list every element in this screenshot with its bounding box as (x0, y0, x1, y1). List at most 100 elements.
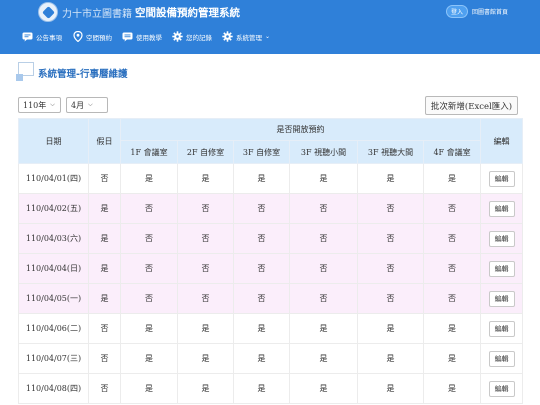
batch-import-button[interactable]: 批次新增(Excel匯入) (425, 96, 518, 115)
page-title-block: 系統管理-行事曆維護 (16, 62, 218, 84)
cell-open-status: 否 (120, 283, 178, 314)
chevron-down-icon: ⌵ (88, 101, 93, 108)
cell-edit: 編輯 (480, 283, 524, 314)
cell-holiday: 是 (88, 223, 121, 254)
nav-item-announcements[interactable]: 公告事項 (22, 31, 62, 42)
col-header-holiday: 假日 (88, 118, 121, 164)
cell-open-status: 否 (233, 223, 290, 254)
cell-open-status: 否 (422, 283, 482, 314)
nav-item-records[interactable]: 您的記錄 (172, 31, 212, 42)
nav-item-tutorial[interactable]: 使用教學 (122, 31, 162, 42)
library-name: 力十市立圖書籍 (62, 8, 132, 20)
cell-open-status: 是 (357, 373, 424, 404)
cell-open-status: 是 (233, 343, 290, 374)
cell-open-status: 是 (177, 373, 234, 404)
cell-edit: 編輯 (480, 163, 524, 194)
login-button[interactable]: 登入 (445, 5, 468, 18)
cell-open-status: 是 (177, 343, 234, 374)
cell-holiday: 否 (88, 313, 121, 344)
cell-edit: 編輯 (480, 253, 524, 284)
cell-open-status: 是 (289, 343, 358, 374)
edit-button[interactable]: 編輯 (488, 350, 515, 367)
chevron-down-icon: ⌵ (50, 101, 55, 108)
table-row: 110/04/04(日) 是否否否否否否編輯 (18, 253, 524, 284)
edit-button[interactable]: 編輯 (488, 170, 515, 187)
nav-item-system-admin[interactable]: 系統管理 ⌄ (222, 31, 270, 42)
cell-open-status: 否 (177, 283, 234, 314)
cell-open-status: 是 (422, 313, 482, 344)
cell-holiday: 是 (88, 283, 121, 314)
cell-open-status: 是 (289, 373, 358, 404)
table-row: 110/04/03(六) 是否否否否否否編輯 (18, 223, 524, 254)
cell-open-status: 是 (357, 313, 424, 344)
edit-button[interactable]: 編輯 (488, 290, 515, 307)
cell-open-status: 是 (177, 313, 234, 344)
edit-button[interactable]: 編輯 (488, 320, 515, 337)
cell-open-status: 否 (233, 193, 290, 224)
cell-open-status: 否 (177, 193, 234, 224)
main-nav: 公告事項 空間預約 使用教學 您的記錄 系統管理 ⌄ (22, 31, 280, 42)
nav-item-reservation[interactable]: 空間預約 (72, 31, 112, 42)
cell-holiday: 否 (88, 343, 121, 374)
cell-open-status: 否 (177, 223, 234, 254)
cell-open-status: 否 (422, 223, 482, 254)
edit-button[interactable]: 編輯 (488, 260, 515, 277)
cell-open-status: 否 (357, 283, 424, 314)
table-row: 110/04/08(四) 否是是是是是是編輯 (18, 373, 524, 404)
cell-open-status: 否 (289, 253, 358, 284)
cell-open-status: 是 (422, 343, 482, 374)
brand[interactable]: 力十市立圖書籍 空間設備預約管理系統 (38, 2, 240, 22)
cell-open-status: 否 (233, 283, 290, 314)
cell-holiday: 是 (88, 193, 121, 224)
cell-open-status: 否 (289, 283, 358, 314)
cell-open-status: 是 (289, 313, 358, 344)
col-header-room: 1F 會議室 (120, 140, 178, 164)
month-select-value: 4月 (71, 100, 85, 110)
library-home-link[interactable]: 回圖書館首頁 (472, 7, 508, 16)
col-header-room: 3F 自修室 (233, 140, 290, 164)
cell-holiday: 否 (88, 373, 121, 404)
cell-open-status: 否 (233, 253, 290, 284)
year-select[interactable]: 110年 ⌵ (18, 97, 61, 113)
cell-date: 110/04/03(六) (18, 223, 89, 254)
table-row: 110/04/01(四) 否是是是是是是編輯 (18, 163, 524, 194)
filters: 110年 ⌵ 4月 ⌵ (18, 97, 113, 113)
announcement-icon (22, 31, 33, 42)
cell-date: 110/04/05(一) (18, 283, 89, 314)
gear-icon (172, 31, 183, 42)
calendar-table: 日期 假日 是否開放預約 編輯 1F 會議室 2F 自修室 3F 自修室 3F … (18, 118, 524, 404)
cell-open-status: 否 (289, 193, 358, 224)
cell-open-status: 是 (233, 313, 290, 344)
col-header-room: 3F 視聽大間 (357, 140, 424, 164)
month-select[interactable]: 4月 ⌵ (66, 97, 108, 113)
cell-date: 110/04/01(四) (18, 163, 89, 194)
cell-open-status: 是 (233, 373, 290, 404)
col-header-date: 日期 (18, 118, 89, 164)
chevron-down-icon: ⌄ (265, 33, 271, 40)
cell-edit: 編輯 (480, 223, 524, 254)
cell-edit: 編輯 (480, 313, 524, 344)
cell-open-status: 是 (357, 343, 424, 374)
cell-open-status: 否 (422, 193, 482, 224)
cell-open-status: 是 (289, 163, 358, 194)
year-select-value: 110年 (23, 100, 47, 110)
nav-label-tutorial: 使用教學 (136, 33, 162, 42)
col-header-edit: 編輯 (480, 118, 524, 164)
edit-button[interactable]: 編輯 (488, 200, 515, 217)
nav-label-announcements: 公告事項 (36, 33, 62, 42)
col-header-open-group: 是否開放預約 (119, 118, 482, 141)
edit-button[interactable]: 編輯 (488, 230, 515, 247)
cell-edit: 編輯 (480, 373, 524, 404)
table-row: 110/04/06(二) 否是是是是是是編輯 (18, 313, 524, 344)
cell-open-status: 是 (120, 163, 178, 194)
edit-button[interactable]: 編輯 (488, 380, 515, 397)
cell-open-status: 是 (233, 163, 290, 194)
cell-date: 110/04/04(日) (18, 253, 89, 284)
cell-date: 110/04/06(二) (18, 313, 89, 344)
library-logo (38, 2, 58, 22)
col-header-room: 3F 視聽小間 (289, 140, 358, 164)
cell-open-status: 否 (289, 223, 358, 254)
col-header-room: 4F 會議室 (422, 140, 482, 164)
page-title: 系統管理-行事曆維護 (38, 69, 128, 80)
table-row: 110/04/07(三) 否是是是是是是編輯 (18, 343, 524, 374)
